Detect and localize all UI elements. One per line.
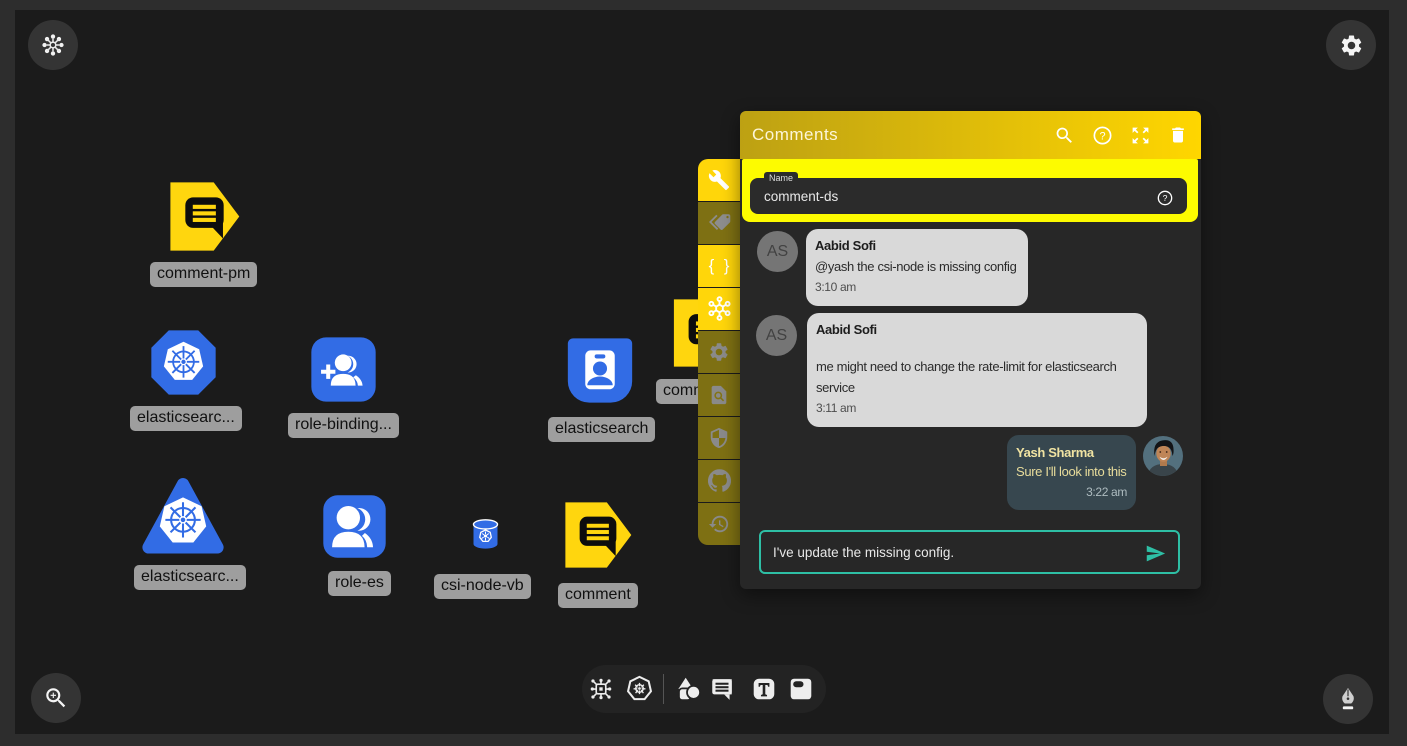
- svg-text:?: ?: [1099, 130, 1105, 142]
- svg-text:?: ?: [1163, 193, 1168, 203]
